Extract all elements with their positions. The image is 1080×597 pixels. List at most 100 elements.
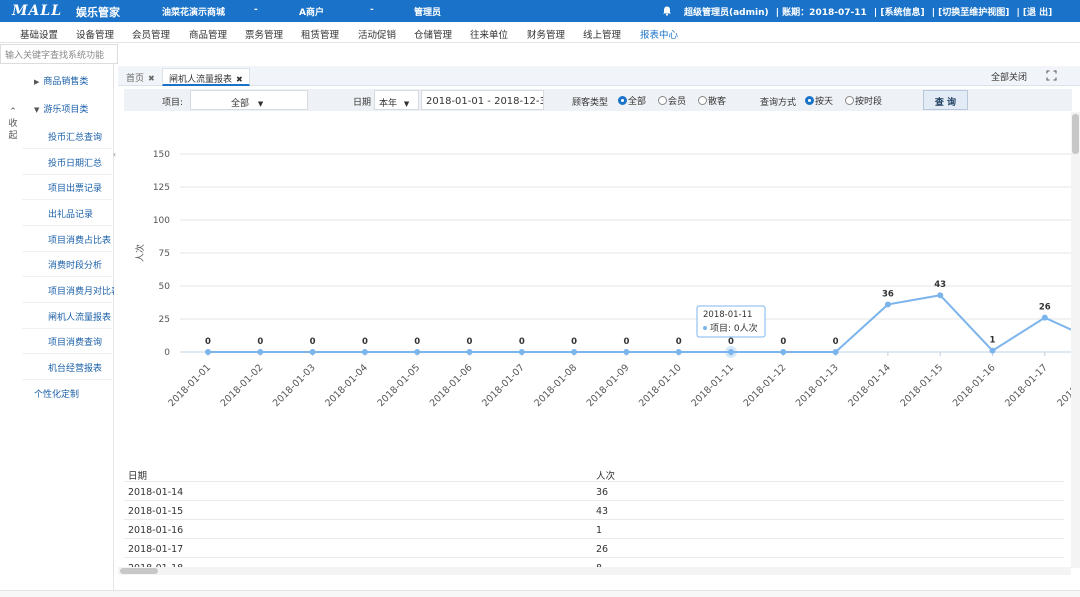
date-label: 日期 xyxy=(353,98,372,108)
sidebar-item[interactable]: 项目消费月对比表 xyxy=(22,277,114,303)
data-label: 0 xyxy=(205,337,211,347)
menu-item[interactable]: 仓储管理 xyxy=(414,27,452,41)
chevron-up-icon: ⌃ xyxy=(9,107,17,117)
data-point xyxy=(832,349,839,355)
menu-item-report-center[interactable]: 报表中心 xyxy=(640,27,678,41)
function-search-input[interactable]: 输入关键字查找系统功能 xyxy=(0,44,118,64)
tab-gate-traffic-report[interactable]: 闸机人流量报表 ✖ xyxy=(162,68,250,86)
query-radio-period[interactable]: 按时段 xyxy=(845,94,882,107)
x-tick-label: 2018-01-01 xyxy=(166,362,213,409)
menu-item[interactable]: 基础设置 xyxy=(20,27,58,41)
query-button[interactable]: 查 询 xyxy=(923,90,968,110)
sidebar-item-gate-traffic[interactable]: 闸机人流量报表 xyxy=(22,303,114,329)
menu-item[interactable]: 租赁管理 xyxy=(301,27,339,41)
menu-item[interactable]: 往来单位 xyxy=(470,27,508,41)
date-mode-value: 本年 xyxy=(379,99,398,109)
scroll-thumb[interactable] xyxy=(120,568,158,574)
x-tick-label: 2018-01-07 xyxy=(480,362,527,409)
role-name[interactable]: 管理员 xyxy=(414,5,441,18)
y-axis-label: 人次 xyxy=(134,244,146,262)
fullscreen-icon[interactable] xyxy=(1046,70,1057,81)
sidebar-item[interactable]: 出礼品记录 xyxy=(22,200,114,226)
x-tick-label: 2018-01-05 xyxy=(375,362,422,409)
data-point xyxy=(571,349,578,355)
project-select-value: 全部 xyxy=(231,99,250,109)
menu-item[interactable]: 商品管理 xyxy=(189,27,227,41)
project-select[interactable]: 全部 ▼ xyxy=(190,90,308,110)
data-point xyxy=(989,347,996,354)
sidebar-item[interactable]: 项目出票记录 xyxy=(22,174,114,200)
menu-item[interactable]: 会员管理 xyxy=(132,27,170,41)
radio-label: 散客 xyxy=(708,97,727,107)
cell-count: 26 xyxy=(596,544,609,555)
data-label: 0 xyxy=(310,337,316,347)
data-point xyxy=(414,349,421,355)
main-menu: 基础设置 设备管理 会员管理 商品管理 票务管理 租赁管理 活动促销 仓储管理 … xyxy=(0,22,1080,43)
menu-item[interactable]: 设备管理 xyxy=(76,27,114,41)
collapse-toggle[interactable]: ⌃ 收起 xyxy=(6,106,20,142)
bell-icon[interactable] xyxy=(662,6,672,16)
menu-item[interactable]: 票务管理 xyxy=(245,27,283,41)
data-label: 0 xyxy=(362,337,368,347)
cell-count: 43 xyxy=(596,506,609,517)
table-row: 2018-01-18 8 xyxy=(124,558,1064,567)
close-icon[interactable]: ✖ xyxy=(236,75,243,84)
sidebar-item[interactable]: 投币汇总查询 xyxy=(22,123,114,149)
customer-radio-all[interactable]: 全部 xyxy=(618,94,646,107)
y-tick-label: 75 xyxy=(159,249,170,259)
menu-item[interactable]: 活动促销 xyxy=(358,27,396,41)
horizontal-scrollbar[interactable] xyxy=(118,567,1071,575)
menu-item[interactable]: 线上管理 xyxy=(583,27,621,41)
date-range-input[interactable]: 2018-01-01 - 2018-12-31 xyxy=(421,90,544,110)
data-label: 0 xyxy=(780,337,786,347)
vertical-scrollbar[interactable] xyxy=(1071,112,1080,568)
column-header-count: 人次 xyxy=(596,471,616,482)
system-info-link[interactable]: | [系统信息] xyxy=(874,8,925,18)
sidebar-group-amusement[interactable]: ▼ 游乐项目类 xyxy=(34,102,88,115)
radio-unchecked-icon xyxy=(658,96,667,105)
x-tick-label: 2018-01-06 xyxy=(428,362,475,409)
sidebar-item[interactable]: 投币日期汇总 xyxy=(22,149,114,175)
scroll-thumb[interactable] xyxy=(1072,114,1079,154)
sidebar-item[interactable]: 项目消费查询 xyxy=(22,328,114,354)
status-bar xyxy=(0,590,1080,597)
data-label: 1 xyxy=(990,336,996,346)
user-name[interactable]: 超级管理员(admin) xyxy=(684,8,769,18)
caret-down-icon: ▼ xyxy=(403,100,410,108)
x-tick-label: 2018-01-12 xyxy=(742,362,789,409)
merchant-name[interactable]: A商户 xyxy=(299,5,324,18)
menu-item[interactable]: 财务管理 xyxy=(527,27,565,41)
query-radio-day[interactable]: 按天 xyxy=(805,94,833,107)
tooltip-marker xyxy=(703,326,707,330)
sidebar-collapse-arrow[interactable]: ‹ xyxy=(113,150,116,159)
data-label: 0 xyxy=(623,337,629,347)
sidebar-item[interactable]: 机台经营报表 xyxy=(22,354,114,380)
mall-name[interactable]: 油菜花演示商城 xyxy=(162,5,225,18)
date-mode-select[interactable]: 本年 ▼ xyxy=(374,90,419,110)
y-tick-label: 25 xyxy=(159,315,170,325)
y-tick-label: 125 xyxy=(153,183,170,193)
sidebar-group-goods-sales[interactable]: ▶ 商品销售类 xyxy=(34,74,88,87)
table-header: 日期 人次 xyxy=(124,463,1064,482)
x-tick-label: 2018-01-11 xyxy=(689,362,736,409)
x-tick-label: 2018-01-08 xyxy=(532,362,579,409)
radio-unchecked-icon xyxy=(845,96,854,105)
tab-home[interactable]: 首页 ✖ xyxy=(120,68,161,86)
customer-radio-member[interactable]: 会员 xyxy=(658,94,686,107)
close-icon[interactable]: ✖ xyxy=(148,74,155,83)
sidebar-item[interactable]: 项目消费占比表 xyxy=(22,226,114,252)
radio-label: 全部 xyxy=(628,97,647,107)
switch-view-link[interactable]: | [切换至维护视图] xyxy=(932,8,1010,18)
sidebar-item[interactable]: 消费时段分析 xyxy=(22,251,114,277)
x-tick-label: 2018-01-17 xyxy=(1003,362,1050,409)
customer-radio-guest[interactable]: 散客 xyxy=(698,94,726,107)
tab-label: 首页 xyxy=(126,74,145,84)
data-label: 0 xyxy=(833,337,839,347)
sidebar-item-custom[interactable]: 个性化定制 xyxy=(34,387,79,400)
close-all-tabs-button[interactable]: 全部关闭 xyxy=(991,70,1027,83)
data-label: 0 xyxy=(519,337,525,347)
x-tick-label: 2018-01-02 xyxy=(219,362,266,409)
x-tick-label: 2018-01-09 xyxy=(585,362,632,409)
account-date: | 账期：2018-07-11 xyxy=(775,8,867,18)
logout-link[interactable]: | [退 出] xyxy=(1017,8,1053,18)
